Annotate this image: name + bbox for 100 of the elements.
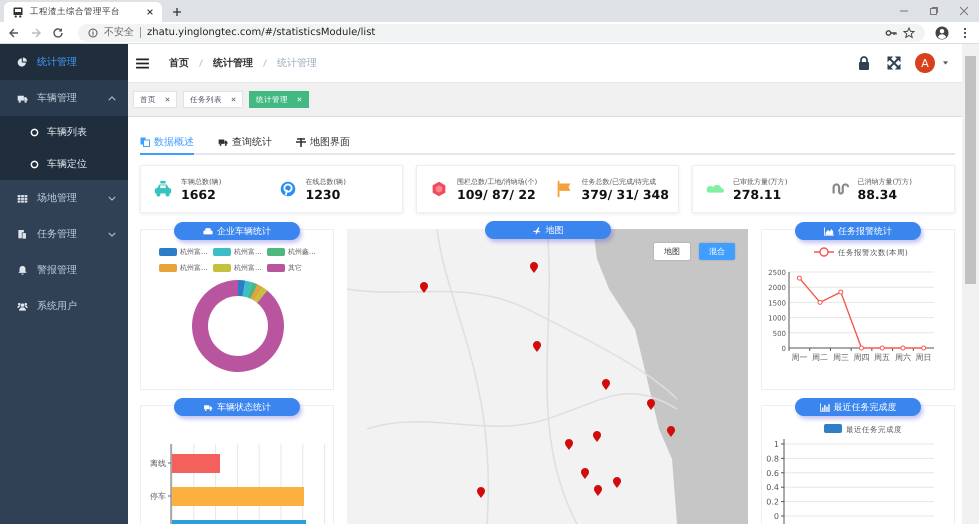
map-pin-icon[interactable]: [565, 439, 573, 450]
axis-label: 离线: [150, 459, 166, 468]
scrollbar[interactable]: [962, 44, 979, 524]
data-point[interactable]: [900, 346, 906, 350]
tick-label: 周四: [854, 353, 870, 362]
menu-icon[interactable]: [136, 58, 149, 68]
area-chart-icon: [824, 226, 834, 236]
map-pin-icon[interactable]: [581, 468, 589, 479]
lock-icon[interactable]: [857, 56, 871, 70]
submenu-item[interactable]: 车辆定位: [0, 148, 128, 180]
circle-icon: [30, 160, 39, 168]
map-pin-icon[interactable]: [530, 262, 538, 273]
avatar[interactable]: A: [915, 53, 935, 73]
menu-item[interactable]: 统计管理: [0, 44, 128, 80]
back-icon[interactable]: [8, 26, 20, 38]
donut-segment[interactable]: [238, 280, 246, 296]
legend-swatch[interactable]: [267, 248, 285, 256]
submenu-item[interactable]: 车辆列表: [0, 116, 128, 148]
axis-label: 停车: [150, 492, 166, 501]
circle-icon: [30, 128, 39, 136]
tick-label: 周三: [832, 353, 849, 362]
caret-icon[interactable]: [943, 61, 948, 65]
legend-swatch[interactable]: [159, 248, 177, 256]
account-icon[interactable]: [935, 26, 949, 40]
stat-value: 1230: [306, 186, 342, 202]
map-pin-icon[interactable]: [477, 487, 485, 498]
tick-label: 周五: [874, 353, 890, 362]
menu-item[interactable]: 场地管理: [0, 180, 128, 216]
bus-icon: [12, 6, 24, 18]
menu-item[interactable]: 系统用户: [0, 288, 128, 324]
close-icon[interactable]: [230, 96, 237, 103]
menu-item[interactable]: 任务管理: [0, 216, 128, 252]
close-icon[interactable]: [164, 96, 171, 103]
data-point[interactable]: [880, 346, 885, 350]
breadcrumb-item: 统计管理: [277, 56, 317, 70]
data-point[interactable]: [838, 290, 844, 295]
document-icon: [17, 228, 28, 240]
tab[interactable]: 地图界面: [296, 130, 350, 155]
data-point[interactable]: [818, 300, 823, 305]
data-point[interactable]: [921, 346, 926, 350]
browser-tab[interactable]: 工程渣土综合管理平台: [4, 2, 162, 22]
donut-segment[interactable]: [242, 280, 252, 298]
map-pin-icon[interactable]: [613, 477, 621, 488]
slash-icon: [263, 59, 267, 67]
grid-icon: [17, 192, 28, 204]
taxi-icon: [153, 179, 173, 199]
reload-icon[interactable]: [52, 26, 64, 38]
fullscreen-icon[interactable]: [887, 56, 901, 70]
car-icon: [203, 226, 213, 236]
tick-label: 0: [774, 512, 779, 521]
truck-icon: [203, 402, 213, 412]
tick-label: 0.8: [766, 454, 779, 464]
donut-segment[interactable]: [192, 280, 284, 372]
map-pin-icon[interactable]: [533, 341, 541, 352]
map-pin-icon[interactable]: [593, 431, 601, 442]
breadcrumb-item[interactable]: 统计管理: [213, 56, 253, 70]
truck-icon: [218, 136, 228, 146]
scrollbar-thumb[interactable]: [965, 56, 976, 284]
map-pin-icon[interactable]: [420, 282, 428, 293]
new-tab-icon[interactable]: [172, 7, 182, 17]
stat-value: 379/ 31/ 348: [582, 186, 669, 202]
data-point[interactable]: [859, 346, 864, 350]
tab[interactable]: 查询统计: [218, 130, 272, 155]
chevron-up-icon: [108, 96, 116, 100]
signpost-icon: [296, 136, 306, 146]
map-pin-icon[interactable]: [594, 485, 602, 496]
donut-segment[interactable]: [247, 282, 258, 299]
legend-swatch[interactable]: [824, 424, 842, 433]
legend-swatch[interactable]: [159, 264, 177, 272]
circle-logo-icon: [278, 179, 298, 199]
star-icon[interactable]: [903, 26, 915, 38]
legend-swatch[interactable]: [213, 264, 231, 272]
legend-swatch[interactable]: [267, 264, 285, 272]
breadcrumb-item[interactable]: 首页: [169, 56, 189, 70]
stat-value: 109/ 87/ 22: [457, 186, 537, 202]
data-point[interactable]: [796, 276, 802, 281]
slash-icon: [199, 59, 203, 67]
panel-title: 地图: [484, 221, 610, 239]
pie-chart-icon: [17, 56, 28, 68]
map-pin-icon[interactable]: [667, 426, 675, 437]
map-type-button[interactable]: 地图: [654, 243, 690, 260]
legend-swatch[interactable]: [213, 248, 231, 256]
menu-item[interactable]: 车辆管理: [0, 80, 128, 116]
restore-icon[interactable]: [929, 6, 939, 16]
bell-icon: [17, 264, 28, 276]
panel-title: 车辆状态统计: [174, 398, 300, 416]
close-icon[interactable]: [146, 8, 154, 16]
panel-title: 任务报警统计: [795, 222, 921, 240]
tick-label: 周二: [812, 353, 828, 362]
donut-segment[interactable]: [254, 287, 268, 303]
address-bar[interactable]: 不安全 zhatu.yinglongtec.com/#/statisticsModule/list: [78, 24, 925, 42]
legend-marker[interactable]: [814, 247, 834, 257]
menu-item[interactable]: 警报管理: [0, 252, 128, 288]
users-icon: [17, 300, 28, 312]
donut-segment[interactable]: [250, 284, 263, 301]
stat-value: 278.11: [733, 186, 782, 202]
chevron-down-icon: [108, 232, 116, 236]
map-pin-icon[interactable]: [647, 399, 655, 410]
tick-label: 0.2: [766, 498, 779, 507]
map-pin-icon[interactable]: [602, 379, 610, 390]
